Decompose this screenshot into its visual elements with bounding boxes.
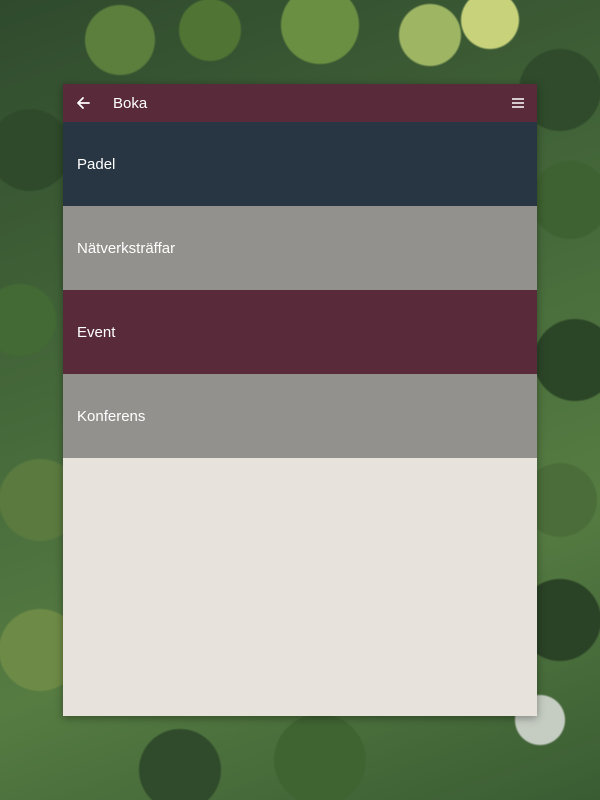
menu-item-padel[interactable]: Padel	[63, 122, 537, 206]
booking-panel: Boka Padel Nätverksträffar Event Konfere…	[63, 84, 537, 716]
menu-item-event[interactable]: Event	[63, 290, 537, 374]
arrow-left-icon	[77, 97, 90, 109]
menu-item-konferens[interactable]: Konferens	[63, 374, 537, 458]
app-bar: Boka	[63, 84, 537, 122]
menu-item-label: Konferens	[77, 407, 146, 425]
menu-item-natverkstraffar[interactable]: Nätverksträffar	[63, 206, 537, 290]
hamburger-menu-icon	[512, 98, 524, 108]
page-title: Boka	[113, 94, 148, 112]
menu-button[interactable]	[509, 94, 527, 112]
back-button[interactable]	[63, 84, 103, 122]
menu-item-label: Nätverksträffar	[77, 239, 176, 257]
menu-item-label: Padel	[77, 155, 116, 173]
menu-item-label: Event	[77, 323, 116, 341]
